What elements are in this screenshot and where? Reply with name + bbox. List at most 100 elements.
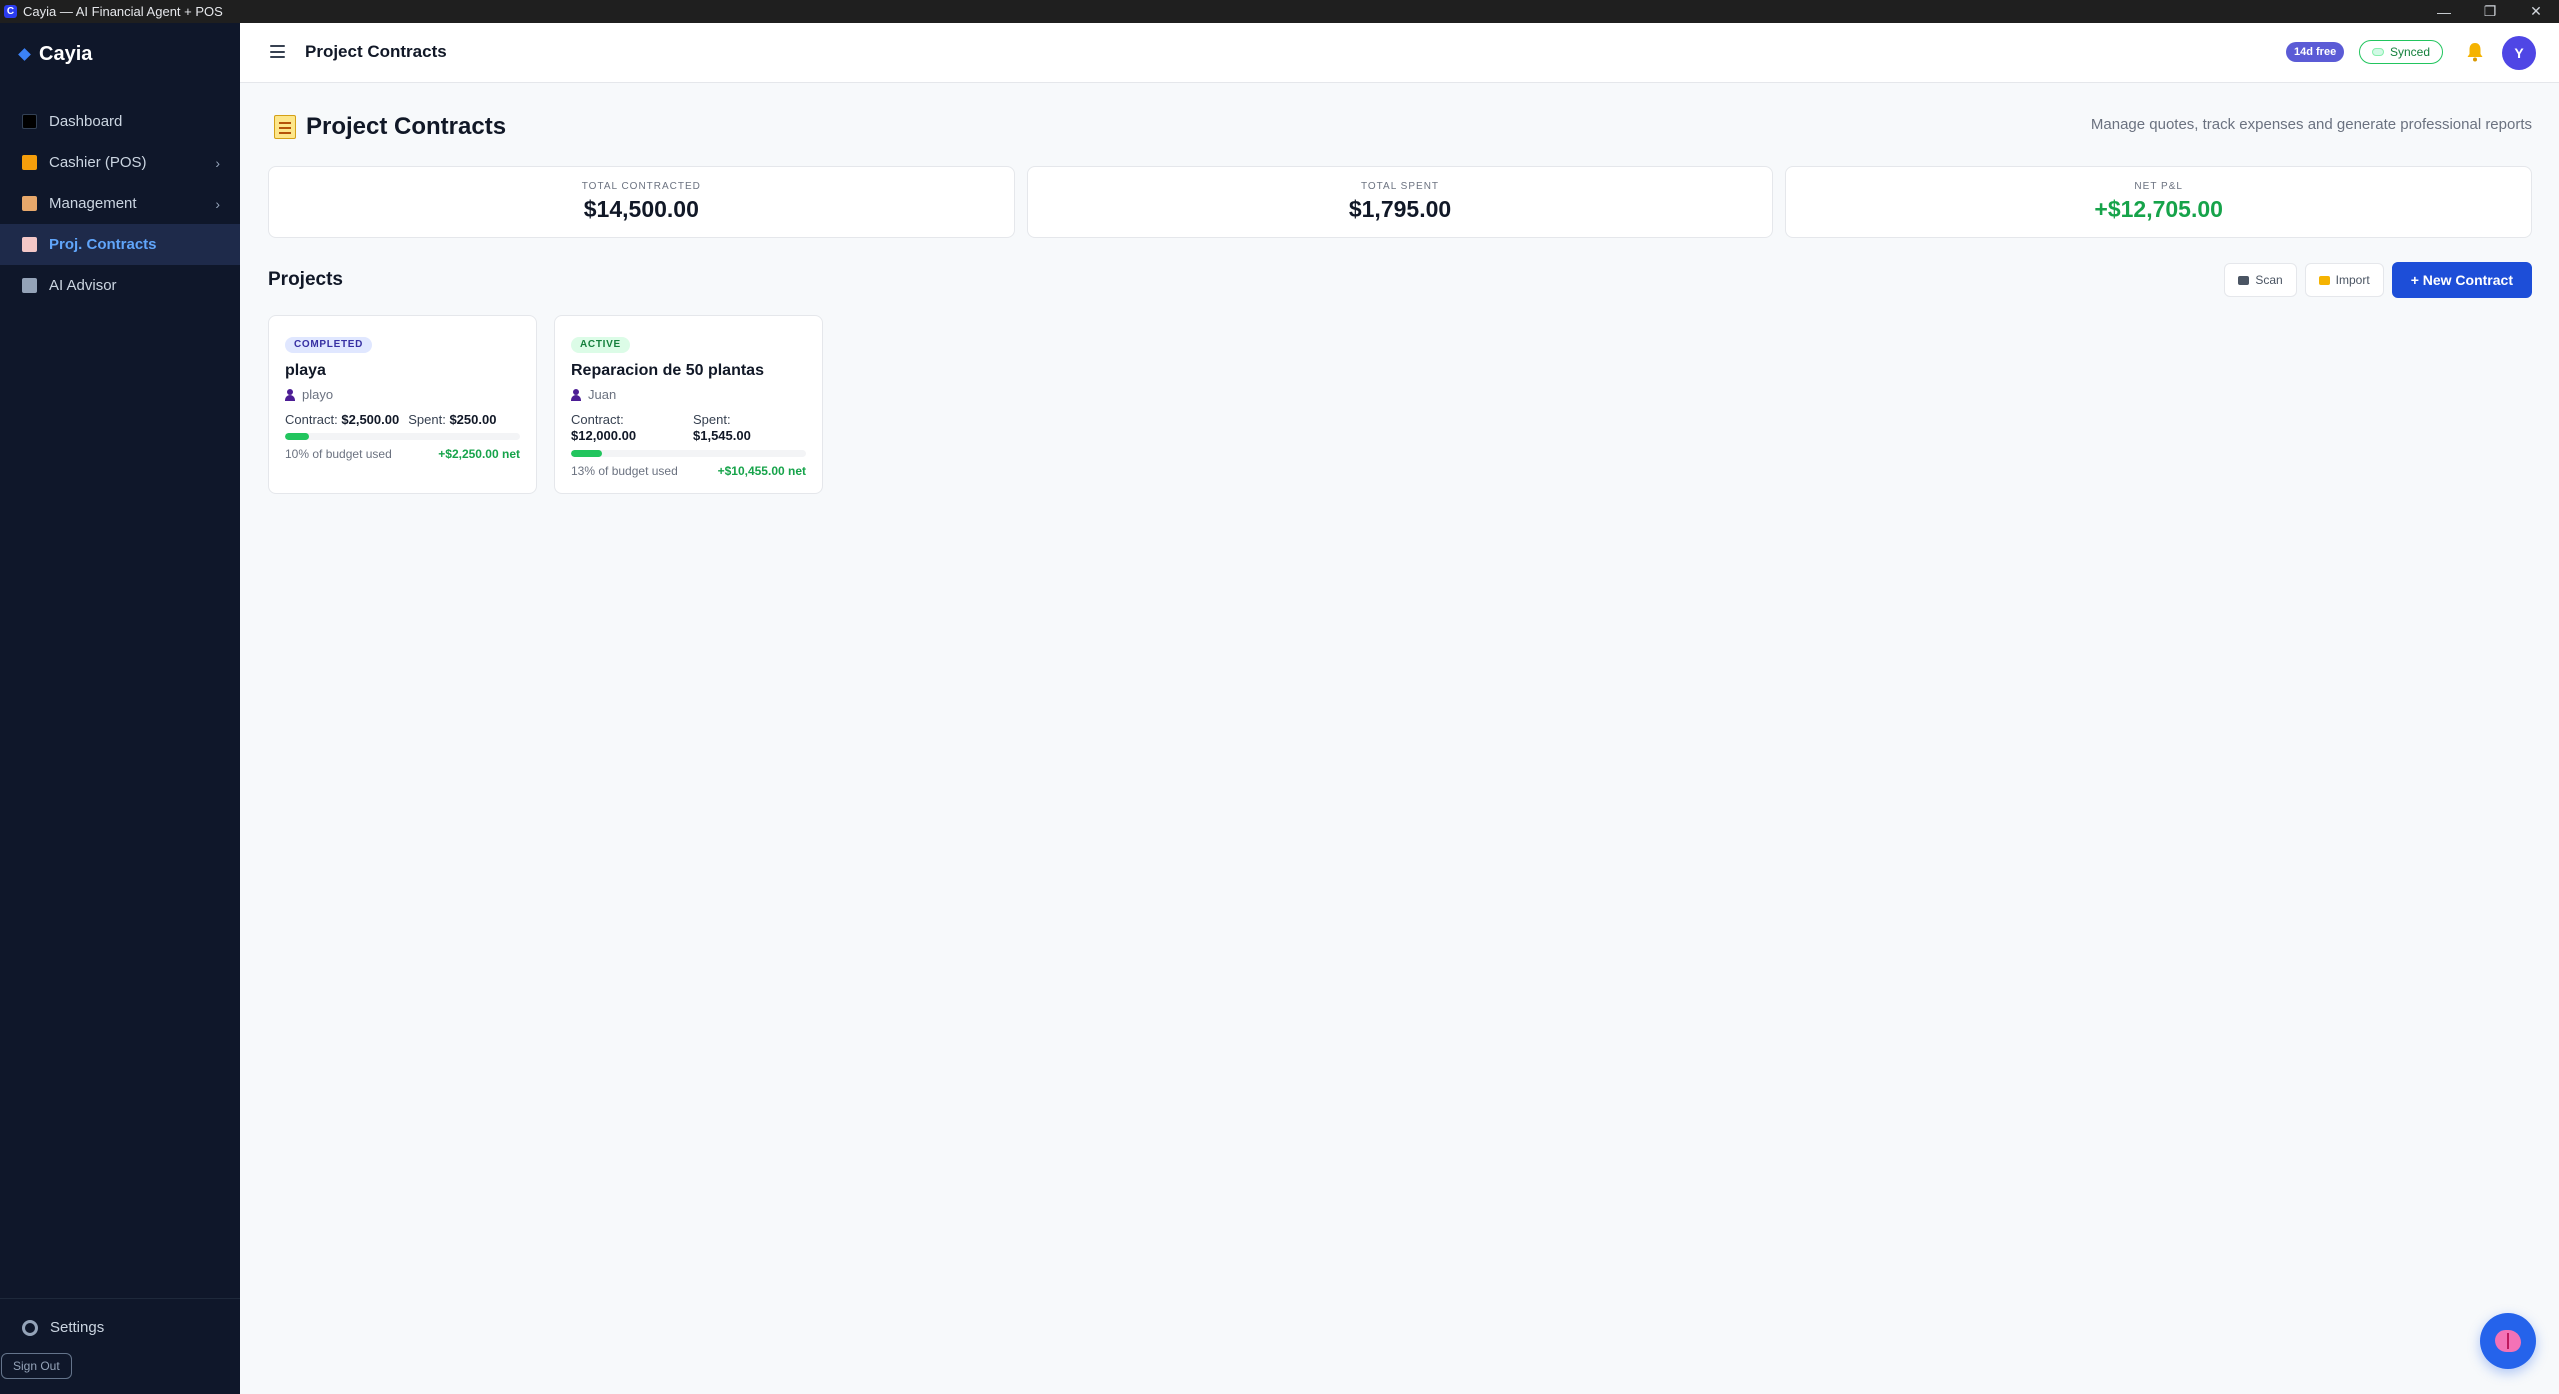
window-controls: — ❐ ✕: [2421, 0, 2559, 23]
client-name: playo: [302, 387, 334, 402]
stat-total-spent: TOTAL SPENT $1,795.00: [1026, 166, 1774, 238]
status-badge: COMPLETED: [285, 337, 373, 353]
folder-icon: [2318, 275, 2330, 285]
brand-logo[interactable]: Cayia: [18, 43, 93, 66]
stat-label: TOTAL CONTRACTED: [581, 181, 701, 192]
cloud-icon: [2372, 48, 2384, 56]
clipboard-icon: [22, 196, 37, 211]
robot-icon: [22, 278, 37, 293]
spent-value: $1,545.00: [693, 428, 751, 443]
money-bag-icon: [22, 155, 37, 170]
sync-status-badge[interactable]: Synced: [2359, 40, 2444, 64]
net-amount: +$2,250.00 net: [438, 447, 520, 461]
project-footer: 13% of budget used +$10,455.00 net: [571, 464, 806, 478]
status-badge: ACTIVE: [571, 337, 630, 353]
stat-total-contracted: TOTAL CONTRACTED $14,500.00: [268, 166, 1015, 238]
project-footer: 10% of budget used +$2,250.00 net: [285, 447, 520, 461]
project-card[interactable]: COMPLETED playa playo Contract: $2,500.0…: [268, 315, 537, 494]
sync-label: Synced: [2390, 45, 2431, 59]
close-icon[interactable]: ✕: [2513, 0, 2559, 23]
spent-label: Spent:: [408, 412, 446, 427]
budget-progress-bar: [571, 450, 806, 457]
window-title-bar: C Cayia — AI Financial Agent + POS — ❐ ✕: [0, 0, 2559, 23]
sidebar-nav: Dashboard Cashier (POS) › Management › P…: [0, 101, 240, 306]
contract-label: Contract:: [285, 412, 338, 427]
menu-toggle-icon[interactable]: [270, 45, 285, 58]
page-title: Project Contracts: [274, 113, 506, 141]
trial-badge[interactable]: 14d free: [2286, 42, 2345, 62]
sidebar-item-label: Cashier (POS): [49, 154, 147, 171]
ai-assistant-button[interactable]: [2480, 1313, 2536, 1369]
import-label: Import: [2335, 273, 2370, 287]
top-header: Project Contracts 14d free Synced Y: [240, 23, 2559, 83]
sidebar-item-label: AI Advisor: [49, 277, 117, 294]
bell-icon[interactable]: [2466, 42, 2484, 62]
import-button[interactable]: Import: [2304, 263, 2384, 297]
budget-progress-fill: [285, 433, 309, 440]
contract-value: $2,500.00: [341, 412, 400, 427]
stat-value: $1,795.00: [1348, 196, 1452, 222]
diamond-icon: [18, 48, 31, 61]
brand-name: Cayia: [39, 43, 93, 65]
spent-label: Spent:: [693, 412, 731, 427]
budget-used-text: 13% of budget used: [571, 464, 678, 478]
sidebar-item-proj-contracts[interactable]: Proj. Contracts: [0, 224, 240, 265]
stat-label: NET P&L: [2134, 181, 2183, 192]
budget-progress-bar: [285, 433, 520, 440]
settings-label: Settings: [50, 1319, 105, 1336]
budget-used-text: 10% of budget used: [285, 447, 392, 461]
window-title: Cayia — AI Financial Agent + POS: [23, 4, 223, 19]
camera-icon: [2238, 275, 2250, 285]
gear-icon: [22, 1319, 38, 1336]
dashboard-icon: [22, 114, 37, 129]
page-subtitle: Manage quotes, track expenses and genera…: [2090, 116, 2532, 133]
sidebar-item-management[interactable]: Management ›: [0, 183, 240, 224]
contract-value: $12,000.00: [571, 428, 637, 443]
person-icon: [571, 388, 581, 401]
sidebar-item-cashier[interactable]: Cashier (POS) ›: [0, 142, 240, 183]
project-name: playa: [285, 362, 326, 379]
sidebar-item-dashboard[interactable]: Dashboard: [0, 101, 240, 142]
sidebar-item-label: Proj. Contracts: [49, 236, 157, 253]
new-contract-button[interactable]: + New Contract: [2391, 262, 2532, 298]
person-icon: [285, 388, 295, 401]
sidebar-item-label: Dashboard: [49, 113, 123, 130]
project-client: Juan: [571, 387, 806, 402]
spent-value: $250.00: [449, 412, 497, 427]
stat-label: TOTAL SPENT: [1360, 181, 1440, 192]
avatar[interactable]: Y: [2502, 36, 2536, 70]
stats-row: TOTAL CONTRACTED $14,500.00 TOTAL SPENT …: [268, 166, 2533, 238]
sidebar: Cayia Dashboard Cashier (POS) › Manageme…: [0, 23, 240, 1394]
budget-progress-fill: [571, 450, 602, 457]
sidebar-footer: Settings Sign Out: [0, 1298, 240, 1394]
project-amounts: Contract: $2,500.00 Spent: $250.00: [285, 412, 520, 427]
scan-button[interactable]: Scan: [2224, 263, 2297, 297]
sidebar-item-ai-advisor[interactable]: AI Advisor: [0, 265, 240, 306]
projects-heading: Projects: [268, 269, 343, 290]
header-title: Project Contracts: [305, 42, 447, 61]
page-title-text: Project Contracts: [306, 113, 507, 140]
sidebar-item-settings[interactable]: Settings: [22, 1319, 104, 1336]
chevron-right-icon: ›: [215, 195, 220, 212]
memo-icon: [274, 115, 296, 139]
brain-icon: [2495, 1330, 2521, 1352]
sidebar-item-label: Management: [49, 195, 137, 212]
main-content: Project Contracts Manage quotes, track e…: [240, 83, 2559, 1394]
minimize-icon[interactable]: —: [2421, 0, 2467, 23]
client-name: Juan: [588, 387, 617, 402]
net-amount: +$10,455.00 net: [717, 464, 806, 478]
project-cards: COMPLETED playa playo Contract: $2,500.0…: [268, 315, 823, 494]
projects-actions: Scan Import + New Contract: [2224, 262, 2532, 298]
project-name: Reparacion de 50 plantas: [571, 362, 764, 379]
contract-label: Contract:: [571, 412, 624, 427]
scan-label: Scan: [2255, 273, 2283, 287]
app-icon: C: [4, 5, 17, 18]
project-amounts: Contract: $12,000.00 Spent: $1,545.00: [571, 412, 806, 444]
stat-value: $14,500.00: [583, 196, 699, 222]
stat-value: +$12,705.00: [2094, 196, 2223, 222]
maximize-icon[interactable]: ❐: [2467, 0, 2513, 23]
chevron-right-icon: ›: [215, 154, 220, 171]
sign-out-button[interactable]: Sign Out: [1, 1353, 72, 1379]
project-card[interactable]: ACTIVE Reparacion de 50 plantas Juan Con…: [554, 315, 823, 494]
project-client: playo: [285, 387, 520, 402]
